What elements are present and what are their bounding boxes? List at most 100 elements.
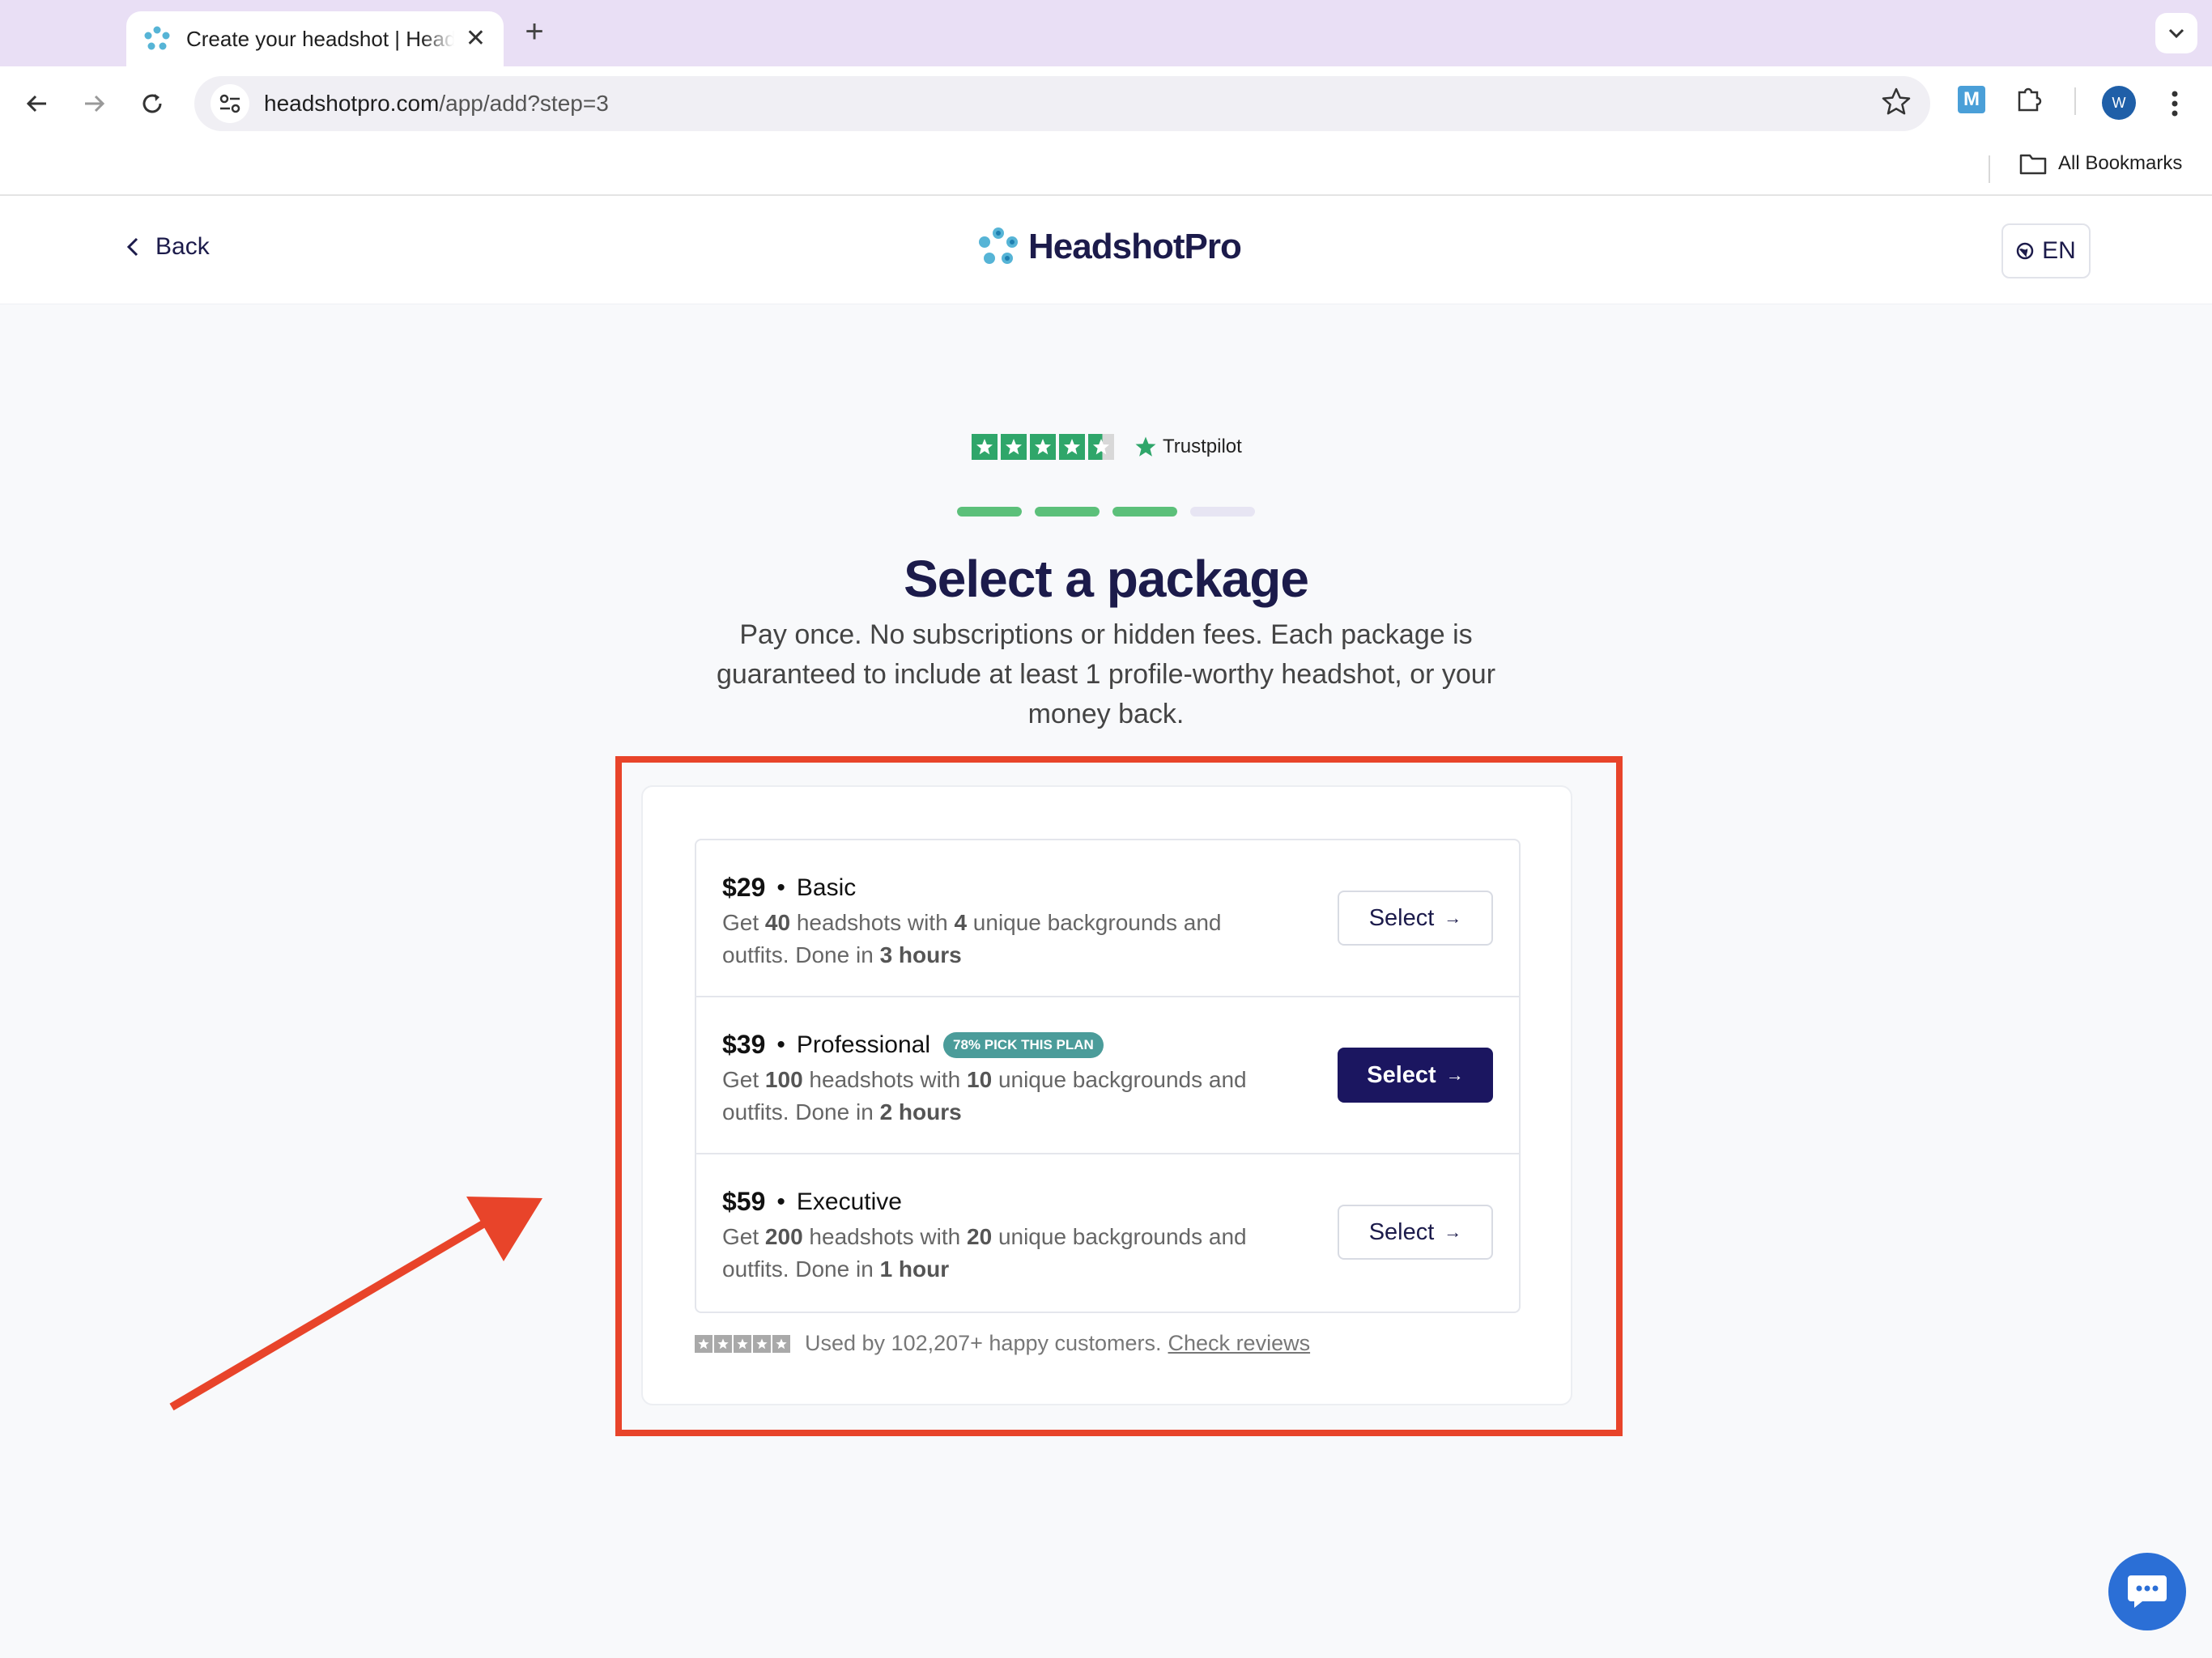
- plan-name: Basic: [796, 874, 857, 901]
- plan-title: $59 • Executive: [722, 1187, 902, 1217]
- desc-text: headshots with: [796, 910, 948, 935]
- more-menu-icon[interactable]: [2165, 86, 2184, 121]
- arrow-right-icon: →: [1444, 908, 1462, 928]
- star-icon: [695, 1334, 713, 1353]
- address-bar[interactable]: headshotpro.com/app/add?step=3: [194, 76, 1930, 131]
- language-label: EN: [2042, 237, 2076, 264]
- back-arrow-icon[interactable]: [16, 83, 58, 125]
- url-host: headshotpro.com: [264, 91, 440, 116]
- browser-tab[interactable]: Create your headshot | HeadshotPro ✕: [126, 11, 504, 66]
- plan-description: Get 40 headshots with 4 unique backgroun…: [722, 907, 1273, 971]
- tab-search-chevron-icon[interactable]: [2155, 13, 2197, 53]
- url-text: headshotpro.com/app/add?step=3: [264, 91, 609, 117]
- check-reviews-link[interactable]: Check reviews: [1168, 1331, 1311, 1356]
- page-title: Select a package: [904, 550, 1309, 608]
- chevron-left-icon: [126, 237, 138, 257]
- desc-text: headshots with: [809, 1224, 961, 1249]
- plan-name: Executive: [796, 1188, 902, 1215]
- all-bookmarks-button[interactable]: All Bookmarks: [2019, 152, 2182, 175]
- turnaround-time: 2 hours: [879, 1099, 962, 1124]
- background-count: 20: [967, 1224, 993, 1249]
- url-path: /app/add?step=3: [439, 91, 609, 116]
- progress-step-pending: [1190, 507, 1255, 517]
- site-header: Back HeadshotPro EN: [0, 196, 2212, 304]
- back-label: Back: [155, 233, 210, 260]
- star-icon: [1001, 434, 1027, 460]
- headshotpro-logo-icon: [979, 227, 1018, 264]
- plan-name: Professional: [796, 1031, 930, 1058]
- page-subtitle: Pay once. No subscriptions or hidden fee…: [716, 619, 1496, 729]
- bookmark-star-icon[interactable]: [1880, 86, 1912, 122]
- trustpilot-rating: Trustpilot: [972, 434, 1242, 460]
- package-card: $29 • Basic Get 40 headshots with 4 uniq…: [641, 785, 1572, 1405]
- extensions-puzzle-icon[interactable]: [2014, 84, 2044, 117]
- plan-description: Get 200 headshots with 20 unique backgro…: [722, 1221, 1273, 1286]
- star-icon: [714, 1334, 732, 1353]
- progress-step-current: [1112, 507, 1177, 517]
- star-icon: [1059, 434, 1085, 460]
- select-label: Select: [1368, 904, 1435, 931]
- plan-title: $39 • Professional 78% PICK THIS PLAN: [722, 1030, 1104, 1060]
- desc-text: Get: [722, 1067, 759, 1092]
- star-icon: [734, 1334, 751, 1353]
- arrow-right-icon: →: [1444, 1222, 1462, 1242]
- headshot-count: 40: [764, 910, 791, 935]
- plan-title: $29 • Basic: [722, 873, 856, 903]
- progress-step-complete: [957, 507, 1022, 517]
- bookmarks-divider: [1989, 155, 1990, 183]
- trustpilot-label: Trustpilot: [1163, 436, 1242, 457]
- select-label: Select: [1367, 1061, 1436, 1088]
- select-professional-button[interactable]: Select →: [1338, 1048, 1493, 1103]
- star-icon: [753, 1334, 771, 1353]
- browser-tab-strip: Create your headshot | HeadshotPro ✕ +: [0, 0, 2212, 66]
- forward-arrow-icon[interactable]: [73, 83, 115, 125]
- all-bookmarks-label: All Bookmarks: [2058, 152, 2183, 174]
- globe-icon: [2016, 242, 2034, 260]
- annotation-arrow-icon: [169, 1197, 542, 1411]
- extension-m-icon[interactable]: M: [1958, 86, 1985, 113]
- chat-bubble-icon: [2128, 1575, 2167, 1608]
- plan-price: $29: [722, 873, 766, 902]
- desc-text: Get: [722, 910, 759, 935]
- turnaround-time: 3 hours: [879, 942, 962, 967]
- review-stars: [695, 1334, 790, 1353]
- back-link[interactable]: Back: [126, 233, 210, 261]
- site-settings-icon[interactable]: [211, 84, 249, 123]
- headshotpro-logo[interactable]: HeadshotPro: [978, 227, 1242, 267]
- turnaround-time: 1 hour: [879, 1256, 950, 1282]
- chat-widget-button[interactable]: [2108, 1553, 2186, 1630]
- background-count: 10: [967, 1067, 993, 1092]
- headshotpro-favicon-icon: [144, 26, 170, 52]
- background-count: 4: [954, 910, 968, 935]
- plan-description: Get 100 headshots with 10 unique backgro…: [722, 1064, 1273, 1129]
- trustpilot-stars: [972, 434, 1114, 460]
- toolbar-divider: [2074, 87, 2076, 115]
- new-tab-button[interactable]: +: [518, 11, 551, 52]
- folder-icon: [2019, 154, 2047, 175]
- reload-icon[interactable]: [131, 83, 173, 125]
- close-tab-icon[interactable]: ✕: [466, 27, 486, 51]
- headshot-count: 200: [764, 1224, 803, 1249]
- plan-price: $59: [722, 1187, 766, 1216]
- star-icon: [772, 1334, 790, 1353]
- plan-executive: $59 • Executive Get 200 headshots with 2…: [696, 1154, 1519, 1312]
- language-selector[interactable]: EN: [2001, 223, 2091, 278]
- plan-separator: •: [776, 1188, 785, 1215]
- headshot-count: 100: [764, 1067, 803, 1092]
- profile-avatar[interactable]: W: [2102, 86, 2136, 120]
- browser-toolbar: headshotpro.com/app/add?step=3 M W: [0, 66, 2212, 141]
- progress-steps: [957, 507, 1255, 517]
- select-executive-button[interactable]: Select →: [1338, 1205, 1493, 1260]
- bookmarks-bar: All Bookmarks: [0, 141, 2212, 196]
- arrow-right-icon: →: [1445, 1065, 1464, 1085]
- customers-text: Used by 102,207+ happy customers.: [805, 1331, 1162, 1355]
- trustpilot-brand: Trustpilot: [1134, 435, 1242, 459]
- desc-text: headshots with: [809, 1067, 961, 1092]
- plan-price: $39: [722, 1030, 766, 1059]
- select-label: Select: [1368, 1218, 1435, 1245]
- plan-professional: $39 • Professional 78% PICK THIS PLAN Ge…: [696, 997, 1519, 1154]
- star-icon: [972, 434, 998, 460]
- popular-badge: 78% PICK THIS PLAN: [943, 1031, 1104, 1058]
- logo-text: HeadshotPro: [1028, 227, 1242, 266]
- select-basic-button[interactable]: Select →: [1338, 891, 1493, 946]
